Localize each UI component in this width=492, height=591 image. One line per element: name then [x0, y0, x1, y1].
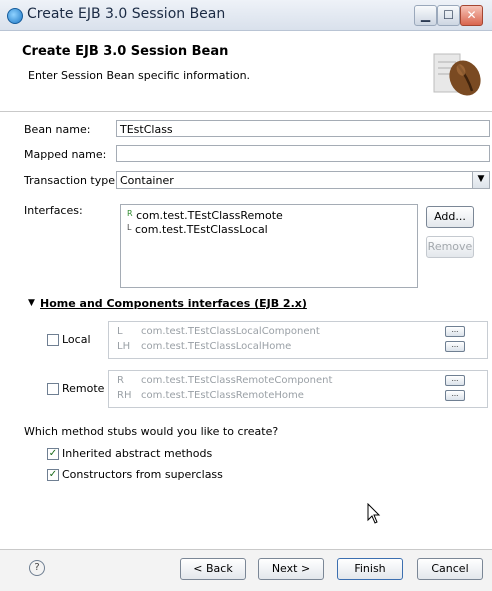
constructors-checkbox[interactable]: ✓ — [47, 469, 59, 481]
browse-remote-home-button[interactable]: ... — [445, 390, 465, 401]
remote-component-value: com.test.TEstClassRemoteComponent — [141, 375, 333, 386]
local-component-prefix: L — [117, 326, 123, 337]
transaction-type-select[interactable]: Container ▼ — [116, 171, 490, 189]
local-label[interactable]: Local — [62, 333, 91, 346]
remote-component-prefix: R — [117, 375, 124, 386]
transaction-type-value: Container — [120, 174, 174, 187]
remove-interface-button[interactable]: Remove — [426, 236, 474, 258]
wizard-title: Create EJB 3.0 Session Bean — [22, 44, 229, 59]
inherited-methods-checkbox[interactable]: ✓ — [47, 448, 59, 460]
list-item[interactable]: L com.test.TEstClassLocal — [127, 223, 268, 236]
back-button[interactable]: < Back — [180, 558, 246, 580]
local-home-value: com.test.TEstClassLocalHome — [141, 341, 292, 352]
mapped-name-label: Mapped name: — [24, 148, 107, 161]
local-checkbox[interactable] — [47, 334, 59, 346]
inherited-methods-label[interactable]: Inherited abstract methods — [62, 447, 212, 460]
interfaces-label: Interfaces: — [24, 204, 83, 217]
mapped-name-input[interactable] — [116, 145, 490, 162]
remote-home-prefix: RH — [117, 390, 132, 401]
bean-name-label: Bean name: — [24, 123, 91, 136]
collapse-triangle-icon[interactable]: ▼ — [28, 298, 35, 308]
bean-name-input[interactable]: TEstClass — [116, 120, 490, 137]
mouse-pointer-icon — [367, 502, 381, 528]
browse-local-component-button[interactable]: ... — [445, 326, 465, 337]
method-stubs-question: Which method stubs would you like to cre… — [24, 425, 279, 438]
close-icon[interactable]: ✕ — [460, 5, 483, 26]
browse-remote-component-button[interactable]: ... — [445, 375, 465, 386]
interfaces-list[interactable]: R com.test.TEstClassRemote L com.test.TE… — [120, 204, 418, 288]
remote-label[interactable]: Remote — [62, 382, 104, 395]
finish-button[interactable]: Finish — [337, 558, 403, 580]
next-button[interactable]: Next > — [258, 558, 324, 580]
cancel-button[interactable]: Cancel — [417, 558, 483, 580]
local-component-value: com.test.TEstClassLocalComponent — [141, 326, 320, 337]
local-home-prefix: LH — [117, 341, 131, 352]
add-interface-button[interactable]: Add... — [426, 206, 474, 228]
window-title: Create EJB 3.0 Session Bean — [27, 6, 226, 22]
minimize-icon[interactable]: ▁ — [414, 5, 437, 26]
coffee-bean-icon — [432, 48, 484, 100]
constructors-label[interactable]: Constructors from superclass — [62, 468, 223, 481]
interface-value: com.test.TEstClassLocal — [134, 223, 268, 236]
transaction-type-label: Transaction type: — [24, 174, 119, 187]
chevron-down-icon[interactable]: ▼ — [472, 172, 489, 188]
local-interfaces-group: L com.test.TEstClassLocalComponent LH co… — [108, 321, 488, 359]
remote-checkbox[interactable] — [47, 383, 59, 395]
browse-local-home-button[interactable]: ... — [445, 341, 465, 352]
wizard-description: Enter Session Bean specific information. — [28, 69, 251, 82]
maximize-icon[interactable]: ☐ — [437, 5, 460, 26]
interface-value: com.test.TEstClassRemote — [136, 209, 283, 222]
remote-home-value: com.test.TEstClassRemoteHome — [141, 390, 304, 401]
eclipse-app-icon — [7, 8, 23, 24]
home-section-title[interactable]: Home and Components interfaces (EJB 2.x) — [40, 297, 307, 310]
local-marker: L — [127, 223, 132, 232]
remote-marker: R — [127, 209, 133, 218]
list-item[interactable]: R com.test.TEstClassRemote — [127, 209, 283, 222]
help-icon[interactable]: ? — [29, 560, 45, 576]
remote-interfaces-group: R com.test.TEstClassRemoteComponent RH c… — [108, 370, 488, 408]
